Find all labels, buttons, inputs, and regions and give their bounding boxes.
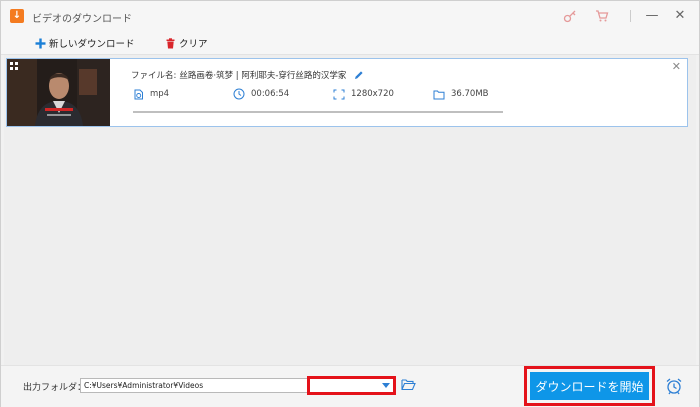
- output-path-input[interactable]: C:¥Users¥Administrator¥Videos: [80, 378, 309, 393]
- duration-value: 00:06:54: [251, 89, 290, 99]
- edit-icon[interactable]: [354, 70, 364, 80]
- window-title: ビデオのダウンロード: [32, 14, 132, 25]
- open-folder-icon[interactable]: [401, 378, 416, 391]
- video-thumbnail-image: [7, 59, 110, 126]
- new-download-label: 新しいダウンロード: [49, 39, 135, 50]
- download-progress-bar: [133, 111, 503, 113]
- clear-label: クリア: [179, 39, 208, 50]
- output-path-dropdown[interactable]: [307, 376, 396, 395]
- titlebar-separator: [630, 10, 631, 22]
- size-value: 36.70MB: [451, 89, 489, 99]
- size-info: 36.70MB: [433, 88, 489, 100]
- alarm-clock-icon[interactable]: [665, 377, 683, 395]
- download-app-icon: ↓: [10, 9, 24, 23]
- new-download-button[interactable]: 新しいダウンロード: [35, 36, 135, 50]
- download-item[interactable]: ファイル名: 丝路画卷·筑梦 | 阿利耶夫-穿行丝路的汉学家 ✕ mp4 00:…: [6, 58, 688, 127]
- trash-icon: [166, 37, 175, 48]
- start-download-highlight: ダウンロードを開始: [524, 366, 655, 406]
- format-info: mp4: [133, 88, 169, 100]
- cart-icon[interactable]: [595, 9, 609, 23]
- key-icon[interactable]: [563, 9, 577, 23]
- close-icon[interactable]: ✕: [672, 8, 688, 24]
- clock-icon: [233, 88, 245, 100]
- filename-label: ファイル名:: [131, 71, 177, 81]
- filename-row: ファイル名: 丝路画卷·筑梦 | 阿利耶夫-穿行丝路的汉学家: [131, 69, 364, 81]
- toolbar: 新しいダウンロード クリア: [1, 31, 699, 55]
- resolution-value: 1280x720: [351, 89, 394, 99]
- clear-button[interactable]: クリア: [165, 36, 208, 50]
- format-value: mp4: [150, 89, 170, 99]
- video-format-icon: [134, 89, 143, 99]
- minimize-icon[interactable]: —: [644, 8, 660, 24]
- folder-size-icon: [433, 90, 445, 99]
- download-list: ファイル名: 丝路画卷·筑梦 | 阿利耶夫-穿行丝路的汉学家 ✕ mp4 00:…: [4, 55, 696, 365]
- remove-item-icon[interactable]: ✕: [672, 61, 681, 73]
- filename: 丝路画卷·筑梦 | 阿利耶夫-穿行丝路的汉学家: [179, 71, 347, 81]
- bottom-bar: 出力フォルダ： C:¥Users¥Administrator¥Videos ダウ…: [1, 365, 699, 407]
- chevron-down-icon: [382, 383, 390, 388]
- title-bar: ↓ ビデオのダウンロード — ✕: [1, 1, 699, 31]
- start-download-button[interactable]: ダウンロードを開始: [530, 372, 649, 400]
- resolution-icon: [333, 89, 345, 99]
- video-thumbnail: [7, 59, 110, 126]
- grid-icon: [10, 62, 18, 70]
- plus-icon: [35, 38, 46, 48]
- download-window: ↓ ビデオのダウンロード — ✕ 新しいダウンロード クリア ファイル名: 丝路…: [0, 0, 700, 407]
- output-folder-label: 出力フォルダ：: [23, 383, 87, 393]
- resolution-info: 1280x720: [333, 88, 394, 100]
- duration-info: 00:06:54: [233, 88, 289, 100]
